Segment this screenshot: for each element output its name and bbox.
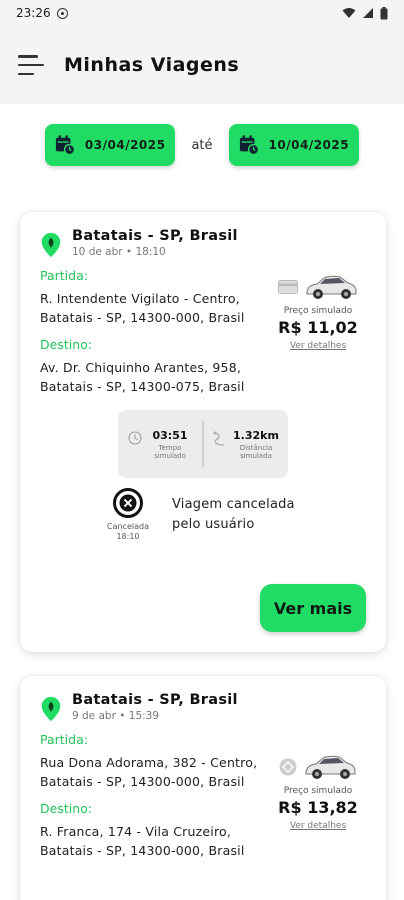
shield-icon bbox=[56, 7, 68, 19]
end-date-button[interactable]: 10/04/2025 bbox=[228, 124, 360, 166]
start-date: 03/04/2025 bbox=[84, 138, 166, 152]
departure-address: Rua Dona Adorama, 382 - Centro, Batatais… bbox=[40, 755, 258, 789]
screen: 23:26 Minhas Viagens 03/04/2025 até 10/0… bbox=[0, 0, 404, 900]
location-pin-icon bbox=[41, 696, 61, 722]
details-link[interactable]: Ver detalhes bbox=[290, 821, 346, 831]
distance-value: 1.32km bbox=[233, 428, 279, 442]
date-separator: até bbox=[191, 137, 213, 153]
time-value: 03:51 bbox=[152, 428, 188, 442]
calendar-clock-icon bbox=[55, 135, 75, 155]
departure-label: Partida: bbox=[40, 268, 88, 283]
battery-icon bbox=[380, 6, 388, 19]
details-link[interactable]: Ver detalhes bbox=[290, 341, 346, 351]
destination-label: Destino: bbox=[40, 337, 92, 352]
price-label: Preço simulado bbox=[283, 786, 353, 796]
app-header: Minhas Viagens bbox=[0, 26, 404, 104]
price-value: R$ 11,02 bbox=[278, 318, 358, 337]
trip-city: Batatais - SP, Brasil bbox=[72, 228, 238, 244]
cancel-message: Viagem cancelada pelo usuário bbox=[172, 497, 295, 532]
start-date-button[interactable]: 03/04/2025 bbox=[44, 124, 176, 166]
cancel-icon bbox=[113, 488, 143, 518]
destination-label: Destino: bbox=[40, 801, 92, 816]
time-stat: 03:51 Tempo simulado bbox=[118, 429, 202, 460]
pix-icon bbox=[279, 758, 297, 776]
price-label: Preço simulado bbox=[283, 306, 353, 316]
car-icon bbox=[306, 275, 357, 299]
calendar-clock-icon bbox=[239, 135, 259, 155]
end-date: 10/04/2025 bbox=[268, 138, 350, 152]
time-label: Tempo simulado bbox=[154, 443, 186, 460]
see-more-button[interactable]: Ver mais bbox=[260, 584, 366, 632]
trip-city: Batatais - SP, Brasil bbox=[72, 692, 238, 708]
cancel-label: Cancelada 18:10 bbox=[107, 522, 149, 541]
distance-label: Distância simulada bbox=[239, 443, 273, 460]
clock-icon bbox=[128, 430, 142, 445]
distance-stat: 1.32km Distância simulada bbox=[204, 429, 288, 460]
location-pin-icon bbox=[41, 232, 61, 258]
page-title: Minhas Viagens bbox=[64, 54, 240, 76]
cancel-status: Cancelada 18:10 Viagem cancelada pelo us… bbox=[98, 488, 366, 542]
trip-card[interactable]: Batatais - SP, Brasil 9 de abr • 15:39 P… bbox=[20, 676, 386, 900]
status-time: 23:26 bbox=[16, 6, 51, 20]
trip-datetime: 10 de abr • 18:10 bbox=[72, 246, 166, 258]
signal-icon bbox=[363, 8, 373, 18]
departure-label: Partida: bbox=[40, 732, 88, 747]
destination-address: R. Franca, 174 - Vila Cruzeiro, Batatais… bbox=[40, 824, 245, 858]
trip-stats: 03:51 Tempo simulado 1.32km Distância si… bbox=[118, 410, 288, 478]
date-filter: 03/04/2025 até 10/04/2025 bbox=[0, 124, 404, 166]
route-icon bbox=[213, 431, 225, 446]
status-bar: 23:26 bbox=[0, 0, 404, 26]
car-icon bbox=[305, 755, 356, 779]
menu-icon[interactable] bbox=[18, 55, 44, 75]
trip-card[interactable]: Batatais - SP, Brasil 10 de abr • 18:10 … bbox=[20, 212, 386, 652]
trip-datetime: 9 de abr • 15:39 bbox=[72, 710, 160, 722]
price-value: R$ 13,82 bbox=[278, 798, 358, 817]
destination-address: Av. Dr. Chiquinho Arantes, 958, Batatais… bbox=[40, 360, 245, 394]
departure-address: R. Intendente Vigilato - Centro, Batatai… bbox=[40, 291, 245, 325]
card-icon bbox=[278, 280, 298, 294]
wifi-icon bbox=[342, 8, 356, 18]
